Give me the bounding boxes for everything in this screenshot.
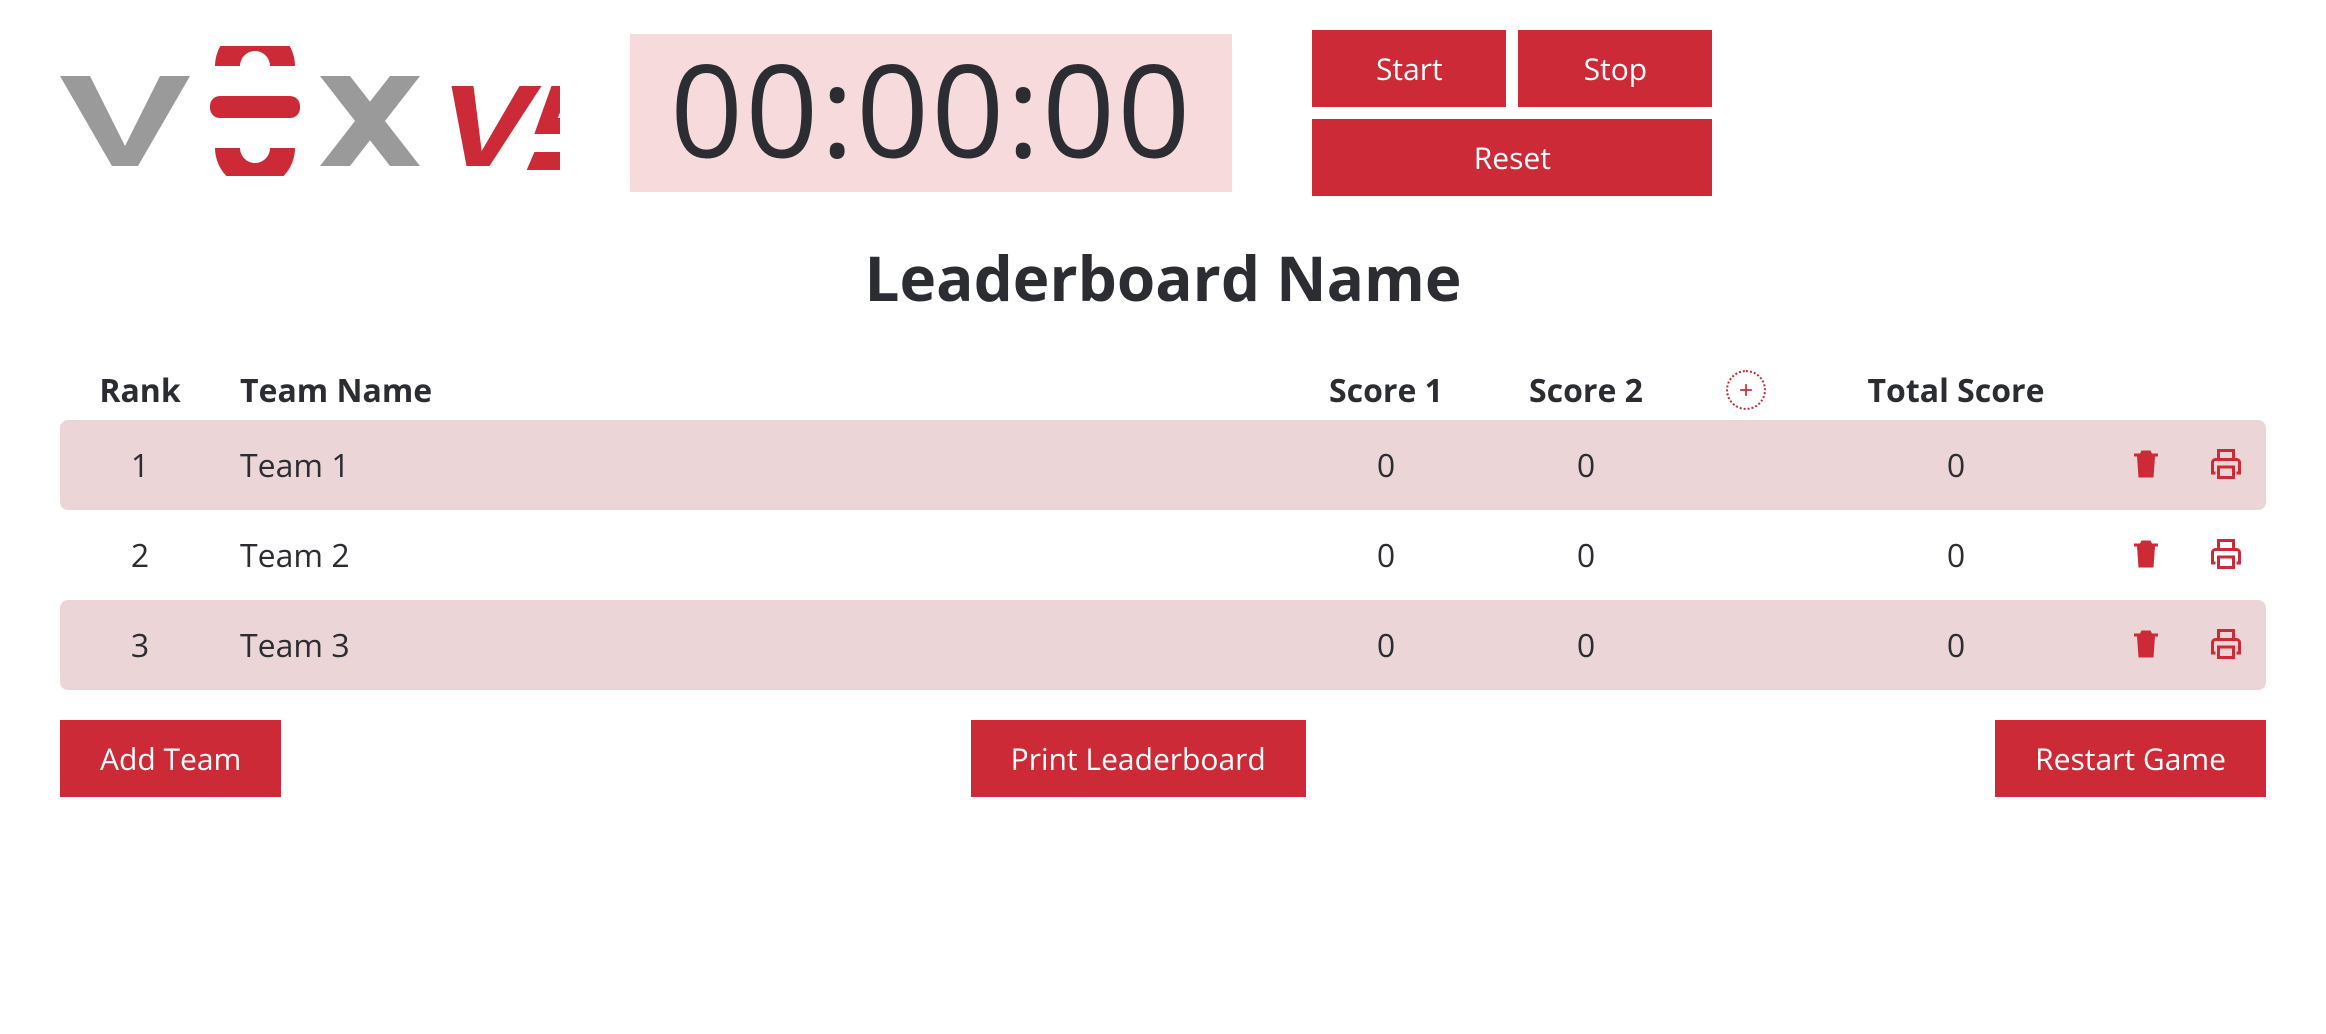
stop-button[interactable]: Stop [1518, 30, 1712, 107]
cell-total: 0 [1806, 534, 2106, 577]
table-row: 1 Team 1 0 0 0 [60, 420, 2266, 510]
vex-v5-logo [60, 46, 560, 181]
print-row-button[interactable] [2202, 620, 2250, 671]
cell-score2[interactable]: 0 [1486, 624, 1686, 667]
add-score-column-button[interactable] [1726, 370, 1766, 410]
leaderboard-title[interactable]: Leaderboard Name [60, 236, 2266, 320]
print-leaderboard-button[interactable]: Print Leaderboard [971, 720, 1306, 797]
cell-rank: 3 [60, 624, 220, 667]
trash-icon [2128, 626, 2164, 662]
timer-controls: Start Stop Reset [1312, 30, 1712, 196]
footer-actions: Add Team Print Leaderboard Restart Game [60, 720, 2266, 797]
table-row: 3 Team 3 0 0 0 [60, 600, 2266, 690]
table-header-row: Rank Team Name Score 1 Score 2 Total Sco… [60, 360, 2266, 420]
cell-score2[interactable]: 0 [1486, 444, 1686, 487]
add-team-button[interactable]: Add Team [60, 720, 281, 797]
cell-score1[interactable]: 0 [1286, 624, 1486, 667]
delete-row-button[interactable] [2122, 440, 2170, 491]
printer-icon [2208, 626, 2244, 662]
cell-total: 0 [1806, 444, 2106, 487]
trash-icon [2128, 536, 2164, 572]
cell-rank: 1 [60, 444, 220, 487]
plus-icon [1736, 380, 1756, 400]
timer-display: 00:00:00 [630, 34, 1232, 192]
restart-game-button[interactable]: Restart Game [1995, 720, 2266, 797]
printer-icon [2208, 536, 2244, 572]
col-rank: Rank [60, 369, 220, 412]
col-score2: Score 2 [1486, 369, 1686, 412]
col-team: Team Name [220, 369, 1286, 412]
cell-score1[interactable]: 0 [1286, 534, 1486, 577]
cell-score1[interactable]: 0 [1286, 444, 1486, 487]
print-row-button[interactable] [2202, 530, 2250, 581]
cell-total: 0 [1806, 624, 2106, 667]
printer-icon [2208, 446, 2244, 482]
print-row-button[interactable] [2202, 440, 2250, 491]
cell-team[interactable]: Team 3 [220, 624, 1286, 667]
trash-icon [2128, 446, 2164, 482]
delete-row-button[interactable] [2122, 530, 2170, 581]
col-total: Total Score [1806, 369, 2106, 412]
cell-team[interactable]: Team 2 [220, 534, 1286, 577]
col-score1: Score 1 [1286, 369, 1486, 412]
start-button[interactable]: Start [1312, 30, 1506, 107]
table-row: 2 Team 2 0 0 0 [60, 510, 2266, 600]
leaderboard-table: Rank Team Name Score 1 Score 2 Total Sco… [60, 360, 2266, 690]
reset-button[interactable]: Reset [1312, 119, 1712, 196]
cell-team[interactable]: Team 1 [220, 444, 1286, 487]
cell-score2[interactable]: 0 [1486, 534, 1686, 577]
cell-rank: 2 [60, 534, 220, 577]
delete-row-button[interactable] [2122, 620, 2170, 671]
